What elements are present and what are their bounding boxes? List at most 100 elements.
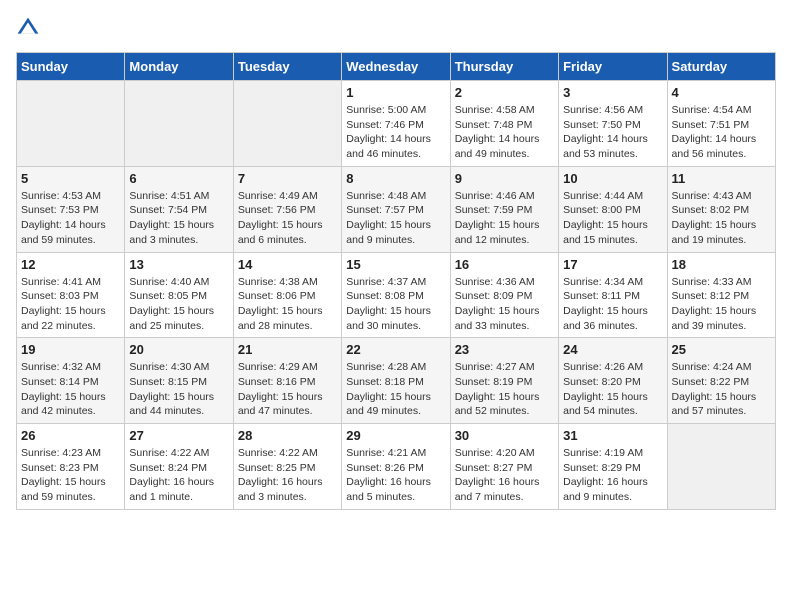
calendar-week-row: 5Sunrise: 4:53 AM Sunset: 7:53 PM Daylig… [17,166,776,252]
day-info: Sunrise: 4:26 AM Sunset: 8:20 PM Dayligh… [563,360,662,419]
weekday-header-saturday: Saturday [667,53,775,81]
day-number: 26 [21,428,120,443]
calendar-table: SundayMondayTuesdayWednesdayThursdayFrid… [16,52,776,510]
weekday-header-tuesday: Tuesday [233,53,341,81]
day-number: 9 [455,171,554,186]
day-info: Sunrise: 4:33 AM Sunset: 8:12 PM Dayligh… [672,275,771,334]
day-number: 17 [563,257,662,272]
day-number: 3 [563,85,662,100]
day-number: 28 [238,428,337,443]
calendar-cell: 31Sunrise: 4:19 AM Sunset: 8:29 PM Dayli… [559,424,667,510]
day-info: Sunrise: 4:23 AM Sunset: 8:23 PM Dayligh… [21,446,120,505]
calendar-cell: 11 Sunrise: 4:43 AM Sunset: 8:02 PM Dayli… [667,166,775,252]
calendar-week-row: 12 Sunrise: 4:41 AM Sunset: 8:03 PM Dayli… [17,252,776,338]
calendar-cell: 28 Sunrise: 4:22 AM Sunset: 8:25 PM Dayli… [233,424,341,510]
calendar-cell: 29 Sunrise: 4:21 AM Sunset: 8:26 PM Dayli… [342,424,450,510]
calendar-cell: 13 Sunrise: 4:40 AM Sunset: 8:05 PM Dayli… [125,252,233,338]
calendar-cell: 9 Sunrise: 4:46 AM Sunset: 7:59 PM Daylig… [450,166,558,252]
day-number: 24 [563,342,662,357]
weekday-header-friday: Friday [559,53,667,81]
day-number: 25 [672,342,771,357]
day-number: 31 [563,428,662,443]
weekday-header-monday: Monday [125,53,233,81]
day-number: 1 [346,85,445,100]
calendar-cell: 22 Sunrise: 4:28 AM Sunset: 8:18 PM Dayli… [342,338,450,424]
day-number: 4 [672,85,771,100]
calendar-week-row: 26 Sunrise: 4:23 AM Sunset: 8:23 PM Dayli… [17,424,776,510]
calendar-cell: 6Sunrise: 4:51 AM Sunset: 7:54 PM Daylig… [125,166,233,252]
day-info: Sunrise: 4:48 AM Sunset: 7:57 PM Dayligh… [346,189,445,248]
calendar-cell: 8 Sunrise: 4:48 AM Sunset: 7:57 PM Daylig… [342,166,450,252]
weekday-header-thursday: Thursday [450,53,558,81]
calendar-cell: 14 Sunrise: 4:38 AM Sunset: 8:06 PM Dayli… [233,252,341,338]
calendar-cell: 2 Sunrise: 4:58 AM Sunset: 7:48 PM Daylig… [450,81,558,167]
calendar-cell: 7 Sunrise: 4:49 AM Sunset: 7:56 PM Daylig… [233,166,341,252]
day-info: Sunrise: 4:44 AM Sunset: 8:00 PM Dayligh… [563,189,662,248]
calendar-cell: 30Sunrise: 4:20 AM Sunset: 8:27 PM Dayli… [450,424,558,510]
day-info: Sunrise: 4:24 AM Sunset: 8:22 PM Dayligh… [672,360,771,419]
calendar-cell [233,81,341,167]
day-info: Sunrise: 4:54 AM Sunset: 7:51 PM Dayligh… [672,103,771,162]
calendar-week-row: 19 Sunrise: 4:32 AM Sunset: 8:14 PM Dayli… [17,338,776,424]
day-info: Sunrise: 4:38 AM Sunset: 8:06 PM Dayligh… [238,275,337,334]
day-number: 27 [129,428,228,443]
calendar-week-row: 1 Sunrise: 5:00 AM Sunset: 7:46 PM Daylig… [17,81,776,167]
calendar-cell: 25 Sunrise: 4:24 AM Sunset: 8:22 PM Dayli… [667,338,775,424]
calendar-cell: 3Sunrise: 4:56 AM Sunset: 7:50 PM Daylig… [559,81,667,167]
calendar-cell: 27 Sunrise: 4:22 AM Sunset: 8:24 PM Dayli… [125,424,233,510]
calendar-cell: 1 Sunrise: 5:00 AM Sunset: 7:46 PM Daylig… [342,81,450,167]
calendar-cell: 20Sunrise: 4:30 AM Sunset: 8:15 PM Dayli… [125,338,233,424]
day-number: 19 [21,342,120,357]
day-info: Sunrise: 4:27 AM Sunset: 8:19 PM Dayligh… [455,360,554,419]
calendar-cell: 4 Sunrise: 4:54 AM Sunset: 7:51 PM Daylig… [667,81,775,167]
day-info: Sunrise: 5:00 AM Sunset: 7:46 PM Dayligh… [346,103,445,162]
day-number: 14 [238,257,337,272]
day-number: 11 [672,171,771,186]
calendar-cell [125,81,233,167]
day-info: Sunrise: 4:34 AM Sunset: 8:11 PM Dayligh… [563,275,662,334]
calendar-cell: 26 Sunrise: 4:23 AM Sunset: 8:23 PM Dayli… [17,424,125,510]
day-number: 18 [672,257,771,272]
calendar-cell: 10 Sunrise: 4:44 AM Sunset: 8:00 PM Dayli… [559,166,667,252]
day-number: 7 [238,171,337,186]
calendar-cell [667,424,775,510]
day-number: 6 [129,171,228,186]
day-info: Sunrise: 4:46 AM Sunset: 7:59 PM Dayligh… [455,189,554,248]
logo [16,16,44,40]
day-info: Sunrise: 4:49 AM Sunset: 7:56 PM Dayligh… [238,189,337,248]
day-number: 16 [455,257,554,272]
calendar-cell: 18 Sunrise: 4:33 AM Sunset: 8:12 PM Dayli… [667,252,775,338]
weekday-header-sunday: Sunday [17,53,125,81]
day-info: Sunrise: 4:43 AM Sunset: 8:02 PM Dayligh… [672,189,771,248]
calendar-cell: 12 Sunrise: 4:41 AM Sunset: 8:03 PM Dayli… [17,252,125,338]
logo-icon [16,16,40,40]
calendar-cell: 21Sunrise: 4:29 AM Sunset: 8:16 PM Dayli… [233,338,341,424]
calendar-cell: 23Sunrise: 4:27 AM Sunset: 8:19 PM Dayli… [450,338,558,424]
day-info: Sunrise: 4:21 AM Sunset: 8:26 PM Dayligh… [346,446,445,505]
day-info: Sunrise: 4:40 AM Sunset: 8:05 PM Dayligh… [129,275,228,334]
day-number: 29 [346,428,445,443]
calendar-cell: 5Sunrise: 4:53 AM Sunset: 7:53 PM Daylig… [17,166,125,252]
day-info: Sunrise: 4:22 AM Sunset: 8:24 PM Dayligh… [129,446,228,505]
day-number: 8 [346,171,445,186]
day-number: 5 [21,171,120,186]
calendar-cell: 16 Sunrise: 4:36 AM Sunset: 8:09 PM Dayli… [450,252,558,338]
day-number: 21 [238,342,337,357]
calendar-cell: 15 Sunrise: 4:37 AM Sunset: 8:08 PM Dayli… [342,252,450,338]
day-number: 2 [455,85,554,100]
day-info: Sunrise: 4:37 AM Sunset: 8:08 PM Dayligh… [346,275,445,334]
day-number: 22 [346,342,445,357]
day-info: Sunrise: 4:58 AM Sunset: 7:48 PM Dayligh… [455,103,554,162]
day-number: 13 [129,257,228,272]
day-info: Sunrise: 4:20 AM Sunset: 8:27 PM Dayligh… [455,446,554,505]
day-number: 12 [21,257,120,272]
day-info: Sunrise: 4:32 AM Sunset: 8:14 PM Dayligh… [21,360,120,419]
calendar-cell: 24 Sunrise: 4:26 AM Sunset: 8:20 PM Dayli… [559,338,667,424]
day-info: Sunrise: 4:22 AM Sunset: 8:25 PM Dayligh… [238,446,337,505]
day-info: Sunrise: 4:28 AM Sunset: 8:18 PM Dayligh… [346,360,445,419]
day-info: Sunrise: 4:41 AM Sunset: 8:03 PM Dayligh… [21,275,120,334]
day-number: 15 [346,257,445,272]
day-number: 10 [563,171,662,186]
day-number: 20 [129,342,228,357]
day-info: Sunrise: 4:36 AM Sunset: 8:09 PM Dayligh… [455,275,554,334]
